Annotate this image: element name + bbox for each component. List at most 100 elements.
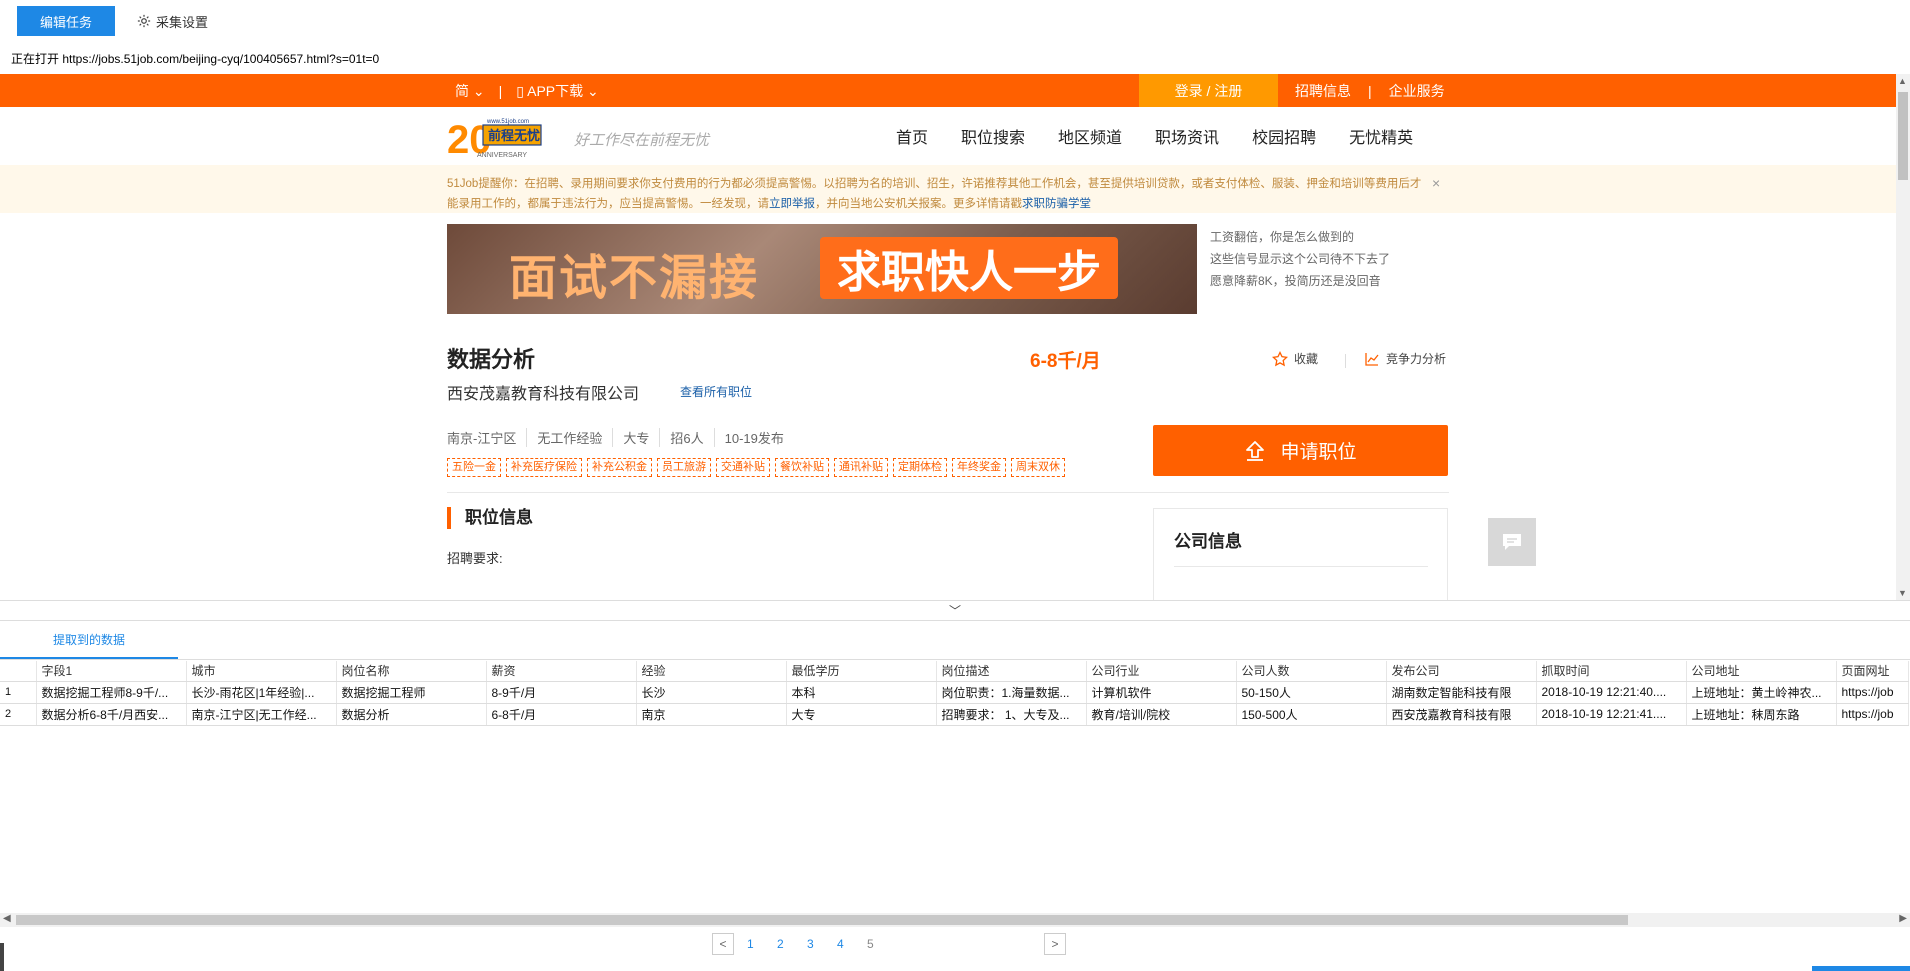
job-meta: 南京-江宁区 无工作经验 大专 招6人 10-19发布 bbox=[447, 428, 794, 447]
table-header-cell[interactable]: 发布公司 bbox=[1386, 661, 1537, 682]
page-number[interactable]: 4 bbox=[837, 937, 867, 951]
benefit-tag: 餐饮补贴 bbox=[775, 458, 829, 477]
app-download-link[interactable]: ▯ APP下载 ⌄ bbox=[516, 81, 598, 101]
nav-item[interactable]: 无忧精英 bbox=[1349, 124, 1413, 148]
chat-button[interactable] bbox=[1488, 518, 1536, 566]
page-number[interactable]: 5 bbox=[867, 937, 897, 951]
nav-item[interactable]: 地区频道 bbox=[1058, 124, 1122, 148]
fraud-notice: 51Job提醒你：在招聘、录用期间要求你支付费用的行为都必须提高警惕。以招聘为名… bbox=[0, 165, 1896, 213]
scroll-left-icon[interactable]: ◀ bbox=[3, 913, 11, 924]
table-cell[interactable]: 西安茂嘉教育科技有限 bbox=[1386, 703, 1537, 726]
login-register-link[interactable]: 登录 / 注册 bbox=[1139, 74, 1278, 107]
table-cell[interactable]: 150-500人 bbox=[1236, 703, 1387, 726]
table-cell[interactable]: 数据挖掘工程师 bbox=[336, 681, 487, 704]
recruit-info-link[interactable]: 招聘信息 bbox=[1278, 81, 1368, 101]
table-cell[interactable]: https://job bbox=[1836, 703, 1909, 726]
compete-analysis-button[interactable]: 竞争力分析 bbox=[1364, 350, 1446, 367]
main-nav: 首页 职位搜索 地区频道 职场资讯 校园招聘 无忧精英 bbox=[896, 107, 1413, 165]
table-header-cell[interactable]: 公司人数 bbox=[1236, 661, 1387, 682]
favorite-button[interactable]: 收藏 bbox=[1272, 350, 1318, 367]
table-cell[interactable]: https://job bbox=[1836, 681, 1909, 704]
svg-text:前程无忧: 前程无忧 bbox=[488, 128, 540, 144]
table-header-cell[interactable]: 岗位名称 bbox=[336, 661, 487, 682]
table-row[interactable]: 2 数据分析6-8千/月西安... 南京-江宁区|无工作经... 数据分析 6-8千/月… bbox=[0, 703, 1909, 726]
table-header-cell[interactable]: 最低学历 bbox=[786, 661, 937, 682]
table-cell[interactable]: 2018-10-19 12:21:40.... bbox=[1536, 681, 1687, 704]
table-cell[interactable]: 大专 bbox=[786, 703, 937, 726]
collect-settings-button[interactable]: 采集设置 bbox=[137, 12, 208, 31]
table-cell[interactable]: 南京 bbox=[636, 703, 787, 726]
table-cell[interactable]: 本科 bbox=[786, 681, 937, 704]
table-cell[interactable]: 数据分析 bbox=[336, 703, 487, 726]
table-cell[interactable]: 6-8千/月 bbox=[486, 703, 637, 726]
table-cell[interactable]: 招聘要求： 1、大专及... bbox=[936, 703, 1087, 726]
apply-button[interactable]: 申请职位 bbox=[1153, 425, 1448, 476]
nav-item[interactable]: 职场资讯 bbox=[1155, 124, 1219, 148]
browser-view[interactable]: 简 ⌄ | ▯ APP下载 ⌄ 登录 / 注册 招聘信息 | 企业服务 20 前… bbox=[0, 74, 1910, 600]
page-number[interactable]: 3 bbox=[807, 937, 837, 951]
chevron-down-icon: ⌄ bbox=[587, 82, 599, 99]
site-nav: 20 前程无忧 www.51job.com ANNIVERSARY 好工作尽在前… bbox=[0, 107, 1896, 165]
lang-switch[interactable]: 简 ⌄ bbox=[455, 81, 485, 101]
table-header-cell[interactable]: 岗位描述 bbox=[936, 661, 1087, 682]
table-header-cell[interactable]: 公司地址 bbox=[1686, 661, 1837, 682]
close-icon[interactable]: × bbox=[1432, 175, 1440, 191]
tab-extracted-data[interactable]: 提取到的数据 bbox=[0, 621, 178, 659]
scroll-thumb[interactable] bbox=[1898, 92, 1908, 180]
report-link[interactable]: 立即举报 bbox=[769, 198, 815, 210]
benefit-tag: 补充公积金 bbox=[587, 458, 652, 477]
table-row[interactable]: 1 数据挖掘工程师8-9千/... 长沙-雨花区|1年经验|... 数据挖掘工程师 8-… bbox=[0, 681, 1909, 704]
svg-text:ANNIVERSARY: ANNIVERSARY bbox=[477, 152, 527, 159]
table-header-cell[interactable]: 薪资 bbox=[486, 661, 637, 682]
table-cell[interactable]: 50-150人 bbox=[1236, 681, 1387, 704]
table-cell[interactable]: 上班地址：黄土岭神农... bbox=[1686, 681, 1837, 704]
table-cell[interactable]: 计算机软件 bbox=[1086, 681, 1237, 704]
table-cell[interactable]: 上班地址：秣周东路 bbox=[1686, 703, 1837, 726]
table-cell[interactable]: 教育/培训/院校 bbox=[1086, 703, 1237, 726]
table-header-cell[interactable]: 字段1 bbox=[36, 661, 187, 682]
nav-item[interactable]: 职位搜索 bbox=[961, 124, 1025, 148]
anti-fraud-link[interactable]: 求职防骗学堂 bbox=[1022, 198, 1091, 210]
table-header-cell[interactable]: 经验 bbox=[636, 661, 787, 682]
scroll-down-icon[interactable]: ▼ bbox=[1898, 588, 1907, 598]
table-header-cell[interactable]: 页面网址 bbox=[1836, 661, 1909, 682]
company-name[interactable]: 西安茂嘉教育科技有限公司 bbox=[447, 380, 639, 404]
view-all-jobs-link[interactable]: 查看所有职位 bbox=[680, 383, 752, 400]
table-cell[interactable]: 数据挖掘工程师8-9千/... bbox=[36, 681, 187, 704]
table-cell[interactable]: 2 bbox=[0, 703, 37, 726]
browser-vertical-scrollbar[interactable]: ▲ ▼ bbox=[1896, 74, 1910, 600]
chat-icon bbox=[1503, 534, 1521, 550]
site-logo[interactable]: 20 前程无忧 www.51job.com ANNIVERSARY bbox=[447, 115, 565, 162]
nav-item[interactable]: 校园招聘 bbox=[1252, 124, 1316, 148]
page-number[interactable]: 1 bbox=[747, 937, 777, 951]
table-header-cell[interactable] bbox=[0, 661, 37, 682]
ad-banner[interactable]: 面试不漏接 求职快人一步 bbox=[447, 224, 1197, 314]
table-cell[interactable]: 2018-10-19 12:21:41.... bbox=[1536, 703, 1687, 726]
table-cell[interactable]: 8-9千/月 bbox=[486, 681, 637, 704]
scroll-up-icon[interactable]: ▲ bbox=[1898, 76, 1907, 86]
side-article-link[interactable]: 工资翻倍，你是怎么做到的 bbox=[1210, 226, 1390, 248]
table-cell[interactable]: 南京-江宁区|无工作经... bbox=[186, 703, 337, 726]
table-cell[interactable]: 1 bbox=[0, 681, 37, 704]
table-cell[interactable]: 湖南数定智能科技有限 bbox=[1386, 681, 1537, 704]
table-horizontal-scrollbar[interactable]: ◀ ▶ bbox=[0, 913, 1910, 927]
table-header-cell[interactable]: 公司行业 bbox=[1086, 661, 1237, 682]
next-page-button[interactable]: > bbox=[1044, 933, 1066, 955]
side-article-link[interactable]: 愿意降薪8K，投简历还是没回音 bbox=[1210, 270, 1390, 292]
side-article-link[interactable]: 这些信号显示这个公司待不下去了 bbox=[1210, 248, 1390, 270]
prev-page-button[interactable]: < bbox=[712, 933, 734, 955]
nav-item[interactable]: 首页 bbox=[896, 124, 928, 148]
scroll-thumb[interactable] bbox=[16, 915, 1628, 925]
table-cell[interactable]: 岗位职责：1.海量数据... bbox=[936, 681, 1087, 704]
table-cell[interactable]: 长沙-雨花区|1年经验|... bbox=[186, 681, 337, 704]
panel-toggle[interactable]: ﹀ bbox=[0, 600, 1910, 620]
table-cell[interactable]: 数据分析6-8千/月西安... bbox=[36, 703, 187, 726]
scroll-right-icon[interactable]: ▶ bbox=[1899, 913, 1907, 924]
table-cell[interactable]: 长沙 bbox=[636, 681, 787, 704]
line-chart-icon bbox=[1365, 352, 1379, 366]
page-number[interactable]: 2 bbox=[777, 937, 807, 951]
enterprise-service-link[interactable]: 企业服务 bbox=[1372, 81, 1462, 101]
table-header-cell[interactable]: 抓取时间 bbox=[1536, 661, 1687, 682]
table-header-cell[interactable]: 城市 bbox=[186, 661, 337, 682]
edit-task-button[interactable]: 编辑任务 bbox=[17, 6, 115, 36]
